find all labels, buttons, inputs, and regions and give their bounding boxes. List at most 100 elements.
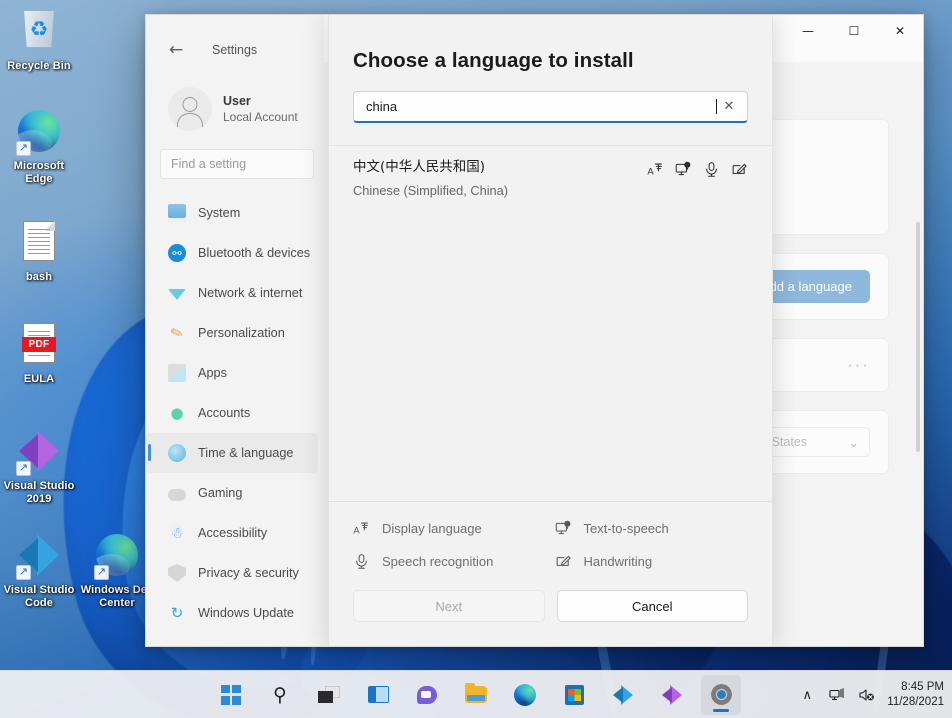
sidebar-item-gaming[interactable]: Gaming [146, 473, 324, 513]
language-search-input[interactable]: china [366, 99, 716, 114]
desktop-icon-label: EULA [23, 373, 55, 385]
sidebar-item-windows-update[interactable]: ↻ Windows Update [146, 593, 324, 633]
desktop-icon-visual-studio-code[interactable]: ↗ Visual Studio Code [0, 532, 78, 610]
handwriting-icon [731, 161, 748, 178]
language-search-box[interactable]: china ✕ [353, 91, 748, 123]
document-icon [16, 221, 62, 267]
account-summary[interactable]: User Local Account [168, 87, 324, 131]
sidebar-item-personalization[interactable]: ✎ Personalization [146, 313, 324, 353]
cancel-button[interactable]: Cancel [556, 590, 748, 622]
svg-text:A: A [353, 526, 360, 536]
gamepad-icon [168, 484, 186, 502]
language-native-name: 中文(中华人民共和国) [353, 159, 486, 175]
desktop-icon-recycle-bin[interactable]: Recycle Bin [0, 6, 78, 73]
text-caret [716, 99, 717, 114]
sidebar-item-label: Privacy & security [198, 566, 299, 580]
taskbar-edge-button[interactable] [505, 675, 545, 715]
widgets-icon [367, 686, 389, 703]
capability-legend: A Display language Text-to-speech Speech… [329, 501, 772, 580]
desktop-icon-label: Visual Studio 2019 [3, 480, 75, 505]
desktop-icon-microsoft-edge[interactable]: ↗ Microsoft Edge [0, 108, 78, 186]
taskbar-task-view-button[interactable] [309, 675, 349, 715]
desktop-icon-eula[interactable]: PDF EULA [0, 320, 78, 386]
text-to-speech-icon [675, 161, 692, 178]
file-explorer-icon [465, 683, 487, 703]
avatar [168, 87, 212, 131]
volume-muted-icon[interactable] [857, 685, 877, 705]
sidebar-item-label: Gaming [198, 486, 243, 500]
close-button[interactable]: ✕ [877, 15, 923, 47]
sidebar-item-label: Apps [198, 366, 227, 380]
microphone-icon [703, 161, 720, 178]
clear-search-icon[interactable]: ✕ [719, 97, 739, 117]
taskbar-chat-button[interactable] [407, 675, 447, 715]
visual-studio-icon [661, 684, 683, 705]
taskbar-settings-button[interactable] [701, 674, 741, 715]
more-options-button[interactable]: ··· [847, 355, 870, 375]
accessibility-icon: ☃ [170, 524, 184, 542]
taskbar-widgets-button[interactable] [358, 675, 398, 715]
find-a-setting-placeholder: Find a setting [171, 157, 247, 171]
system-icon [168, 204, 186, 222]
taskbar-clock[interactable]: 8:45 PM 11/28/2021 [887, 680, 944, 710]
language-english-name: Chinese (Simplified, China) [353, 183, 509, 198]
settings-window: — ☐ ✕ n orer will appear in this Add a l… [145, 14, 924, 647]
recycle-bin-icon [16, 10, 62, 56]
legend-label: Text-to-speech [583, 521, 669, 536]
next-button[interactable]: Next [353, 590, 545, 622]
display-language-icon: A [647, 161, 664, 178]
desktop-icon-label: Recycle Bin [7, 60, 71, 72]
apps-icon [168, 364, 186, 382]
shortcut-arrow-icon: ↗ [94, 565, 109, 580]
sidebar-item-privacy-security[interactable]: Privacy & security [146, 553, 324, 593]
sidebar-item-apps[interactable]: Apps [146, 353, 324, 393]
taskbar-search-button[interactable]: ⚲ [260, 675, 300, 715]
legend-label: Display language [382, 521, 482, 536]
sidebar-item-time-language[interactable]: Time & language [146, 433, 318, 473]
text-to-speech-icon [555, 520, 572, 537]
desktop-icon-bash[interactable]: bash [0, 218, 78, 284]
sidebar-item-label: System [198, 206, 241, 220]
taskbar-microsoft-store-button[interactable] [554, 675, 594, 715]
back-button[interactable]: ← [162, 36, 190, 64]
clock-icon [168, 444, 186, 462]
taskbar-vs-code-button[interactable] [603, 675, 643, 715]
taskbar-file-explorer-button[interactable] [456, 675, 496, 715]
desktop-icon-visual-studio-2019[interactable]: ↗ Visual Studio 2019 [0, 428, 78, 506]
language-result-row[interactable]: 中文(中华人民共和国) Chinese (Simplified, China) … [329, 146, 772, 214]
taskbar-app-group: ⚲ [211, 674, 741, 715]
search-icon: ⚲ [273, 683, 287, 706]
sidebar-item-system[interactable]: System [146, 193, 324, 233]
sidebar-item-label: Personalization [198, 326, 285, 340]
minimize-button[interactable]: — [785, 15, 831, 47]
gear-icon [710, 684, 732, 706]
handwriting-icon [555, 553, 572, 570]
taskbar-start-button[interactable] [211, 675, 251, 715]
settings-sidebar: ← Settings User Local Account Find a set… [146, 15, 324, 646]
sidebar-nav-list: System ⚯ Bluetooth & devices Network & i… [146, 193, 324, 633]
taskbar-visual-studio-button[interactable] [652, 675, 692, 715]
shortcut-arrow-icon: ↗ [16, 461, 31, 476]
tray-overflow-icon[interactable]: ∧ [797, 685, 817, 705]
sidebar-item-label: Accounts [198, 406, 251, 420]
edge-icon [514, 683, 536, 706]
sidebar-item-network-internet[interactable]: Network & internet [146, 273, 324, 313]
microsoft-store-icon [564, 684, 584, 705]
display-language-icon: A [353, 520, 370, 537]
vscode-icon [612, 684, 634, 705]
sidebar-item-bluetooth-devices[interactable]: ⚯ Bluetooth & devices [146, 233, 324, 273]
dialog-title: Choose a language to install [353, 49, 634, 72]
desktop-icon-label: Visual Studio Code [3, 584, 75, 609]
sidebar-item-accounts[interactable]: ● Accounts [146, 393, 324, 433]
network-icon[interactable] [827, 685, 847, 705]
choose-language-dialog: Choose a language to install china ✕ 中文(… [328, 15, 773, 646]
page-scrollbar[interactable] [916, 222, 920, 452]
task-view-icon [318, 686, 340, 703]
shield-icon [168, 564, 186, 582]
legend-text-to-speech: Text-to-speech [555, 520, 749, 537]
maximize-button[interactable]: ☐ [831, 15, 877, 47]
sidebar-item-accessibility[interactable]: ☃ Accessibility [146, 513, 324, 553]
find-a-setting-input[interactable]: Find a setting [160, 149, 314, 179]
bluetooth-icon: ⚯ [168, 244, 186, 262]
language-results-list[interactable]: 中文(中华人民共和国) Chinese (Simplified, China) … [329, 145, 772, 501]
